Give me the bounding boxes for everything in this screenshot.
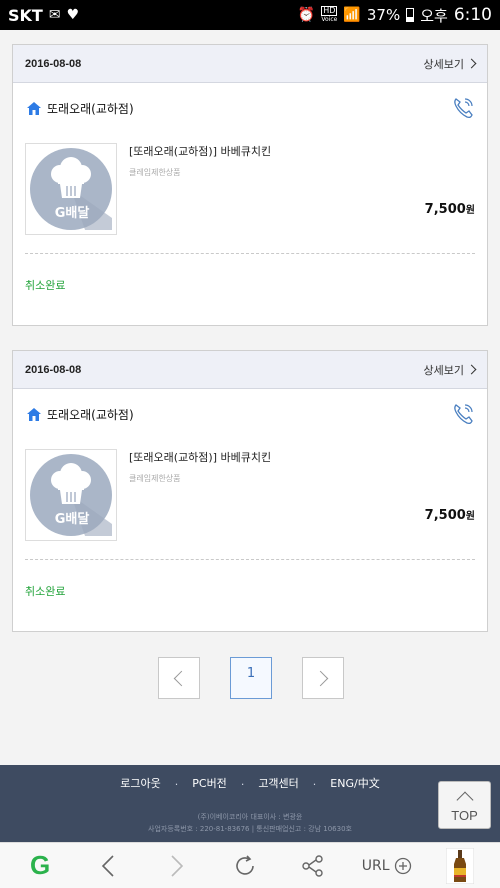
item-subtitle: 클레임제한상품 [129,168,181,177]
phone-call-icon[interactable] [451,96,475,120]
store-info: 또래오래(교하점) [27,100,134,117]
item-name: [또래오래(교하점)] 바베큐치킨 [129,451,272,464]
store-row: 또래오래(교하점) [13,389,487,439]
next-page-button[interactable] [302,657,344,699]
clock-time: 6:10 [453,5,492,25]
view-detail-label: 상세보기 [423,363,464,377]
store-info: 또래오래(교하점) [27,406,134,423]
refresh-button[interactable] [225,846,265,886]
view-detail-link[interactable]: 상세보기 [423,56,477,72]
hd-label: HD [321,6,338,16]
chevron-right-icon [466,58,477,69]
back-arrow-icon [102,854,115,877]
mail-icon: ✉ [48,7,61,23]
store-name: 또래오래(교하점) [47,101,134,116]
order-status-row: 취소완료 [13,254,487,316]
company-info-line: 사업자등록번호 : 220-81-83676 | 통신판매업신고 : 강남 10… [148,825,352,833]
carrier-label: SKT [8,5,43,25]
footer-separator: . [174,775,179,788]
prev-page-button[interactable] [158,657,200,699]
bottle-icon [445,847,474,884]
item-subtitle: 클레임제한상품 [129,474,181,483]
order-status: 취소완료 [25,585,66,598]
home-icon [27,101,41,115]
forward-arrow-icon [171,854,183,877]
thumb-label: G배달 [54,206,90,221]
gmarket-logo-icon: G [30,850,51,880]
logout-link[interactable]: 로그아웃 [120,775,160,791]
scroll-top-button[interactable]: TOP [438,781,491,829]
ampm-label: 오후 [420,6,448,25]
price-currency: 원 [465,205,475,216]
order-status-row: 취소완료 [13,560,487,622]
footer-separator: . [240,775,245,788]
url-label: URL [361,857,390,874]
ad-banner-button[interactable] [440,846,480,886]
hd-voice-icon: HD Voice [321,6,338,24]
order-status: 취소완료 [25,279,66,292]
battery-percent: 37% [366,6,401,24]
chevron-up-icon [456,791,473,808]
home-icon [27,407,41,421]
price-value: 7,500 [424,202,466,217]
company-info: (주)이베이코리아 대표이사 : 변광윤 사업자등록번호 : 220-81-83… [0,811,500,835]
status-bar-left: SKT ✉ ♥ [8,6,79,25]
order-item[interactable]: G배달 [또래오래(교하점)] 바베큐치킨 클레임제한상품 7,500원 [13,133,487,253]
wifi-icon: 📶 [343,7,361,23]
status-bar-right: ⏰ HD Voice 📶 37% 오후 6:10 [298,5,492,26]
status-bar: SKT ✉ ♥ ⏰ HD Voice 📶 37% 오후 6:10 [0,0,500,30]
store-row: 또래오래(교하점) [13,83,487,133]
footer-links: 로그아웃 . PC버전 . 고객센터 . ENG/中文 [0,775,500,791]
phone-call-icon[interactable] [451,402,475,426]
store-name: 또래오래(교하점) [47,407,134,422]
share-icon [302,854,324,877]
gmarket-home-button[interactable]: G [20,846,60,886]
site-footer: 로그아웃 . PC버전 . 고객센터 . ENG/中文 (주)이베이코리아 대표… [0,765,500,842]
battery-icon [406,8,415,22]
company-info-line: (주)이베이코리아 대표이사 : 변광윤 [197,813,303,821]
heart-icon: ♥ [66,7,80,23]
item-name: [또래오래(교하점)] 바베큐치킨 [129,145,272,158]
pc-version-link[interactable]: PC버전 [192,775,227,791]
url-button[interactable]: URL [362,846,412,886]
top-label: TOP [451,807,478,823]
order-date: 2016-08-08 [25,363,82,376]
back-button[interactable] [88,846,128,886]
order-card-header: 2016-08-08 상세보기 [13,45,487,83]
item-price: 7,500원 [425,507,475,523]
browser-toolbar: G URL [0,842,500,888]
order-item[interactable]: G배달 [또래오래(교하점)] 바베큐치킨 클레임제한상품 7,500원 [13,439,487,559]
refresh-icon [236,854,254,875]
voice-label: Voice [321,16,338,23]
pagination: 1 [158,657,344,699]
footer-separator: . [312,775,317,788]
chevron-left-icon [173,670,190,686]
order-card: 2016-08-08 상세보기 또래오래(교하점) G배달 [또래오래(교하점)… [12,44,488,326]
thumb-label: G배달 [54,512,90,527]
price-value: 7,500 [424,508,466,523]
chevron-right-icon [466,364,477,375]
item-price: 7,500원 [425,201,475,217]
forward-button[interactable] [157,846,197,886]
chevron-right-icon [312,670,329,686]
language-link[interactable]: ENG/中文 [330,775,379,791]
product-thumbnail: G배달 [25,449,117,541]
share-button[interactable] [293,846,333,886]
page-number-button[interactable]: 1 [230,657,272,699]
product-thumbnail: G배달 [25,143,117,235]
price-currency: 원 [465,511,475,522]
order-card-header: 2016-08-08 상세보기 [13,351,487,389]
order-date: 2016-08-08 [25,57,82,70]
alarm-icon: ⏰ [297,7,316,23]
customer-center-link[interactable]: 고객센터 [258,775,298,791]
order-card: 2016-08-08 상세보기 또래오래(교하점) G배달 [또래오래(교하점)… [12,350,488,632]
view-detail-link[interactable]: 상세보기 [423,362,477,378]
add-circle-icon [394,857,411,874]
view-detail-label: 상세보기 [423,57,464,71]
